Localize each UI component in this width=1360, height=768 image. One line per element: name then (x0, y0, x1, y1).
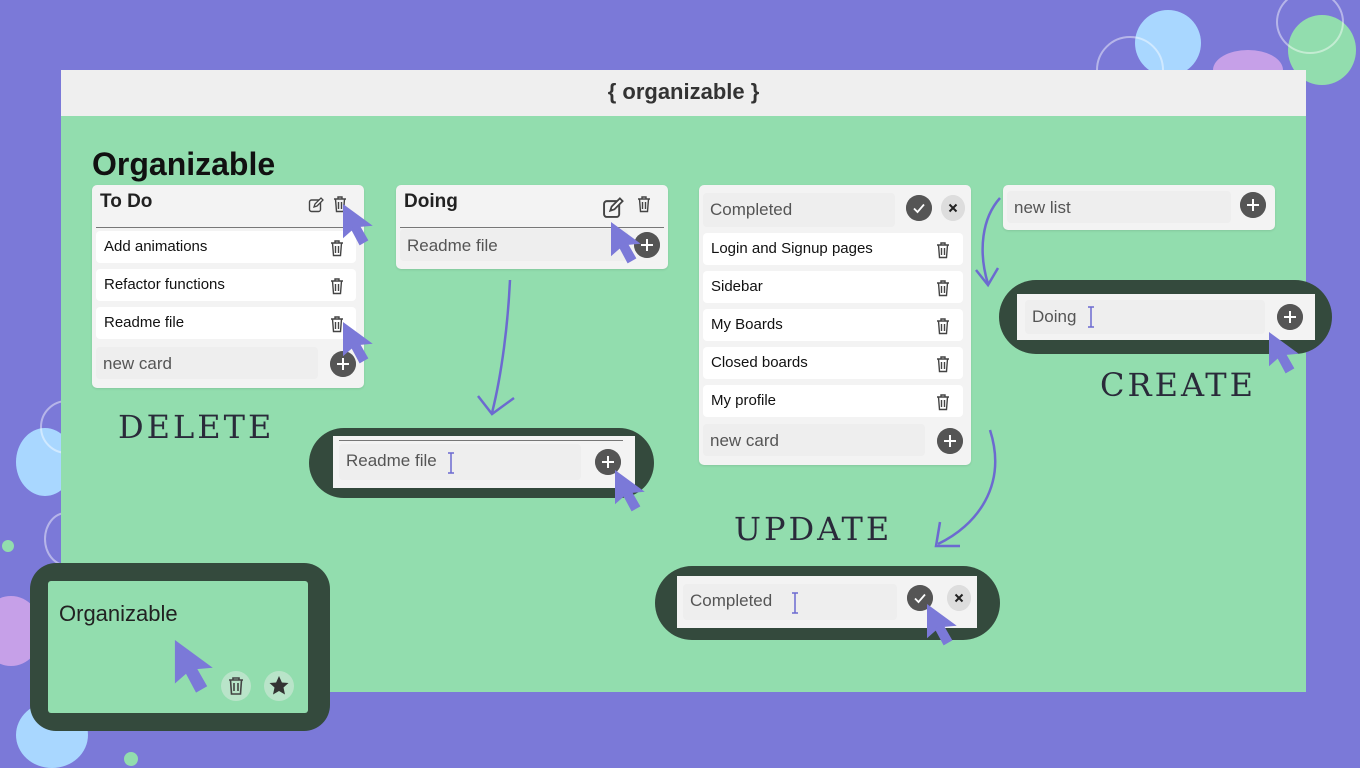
card-title: Closed boards (711, 354, 808, 371)
list-title: Doing (404, 191, 458, 212)
trash-icon[interactable] (329, 277, 345, 295)
arrow-icon (934, 429, 997, 548)
plus-icon[interactable] (1240, 192, 1266, 218)
star-icon[interactable] (263, 670, 295, 702)
decor-circle (2, 540, 14, 552)
trash-icon[interactable] (935, 393, 951, 411)
new-card-placeholder: new card (710, 431, 779, 450)
create-list-input[interactable]: Doing (1025, 300, 1265, 334)
card[interactable]: Sidebar (703, 271, 963, 303)
plus-icon[interactable] (1277, 304, 1303, 330)
card[interactable]: My Boards (703, 309, 963, 341)
arrow-icon (477, 279, 515, 416)
zoom-panel: Readme file (333, 436, 635, 488)
new-card-input[interactable]: new card (96, 347, 318, 379)
new-list-placeholder: new list (1014, 198, 1071, 217)
text-caret-icon (1088, 306, 1094, 328)
new-card-input[interactable]: new card (703, 424, 925, 456)
card-title: Refactor functions (104, 276, 225, 293)
card[interactable]: Closed boards (703, 347, 963, 379)
card-edit-value: Readme file (407, 236, 498, 255)
card-title: Sidebar (711, 278, 763, 295)
trash-icon[interactable] (935, 241, 951, 259)
check-icon[interactable] (906, 195, 932, 221)
trash-icon[interactable] (220, 670, 252, 702)
cursor-icon (927, 604, 957, 646)
list-title-input[interactable]: Completed (703, 193, 895, 227)
card-title: Readme file (104, 314, 185, 331)
trash-icon[interactable] (636, 195, 652, 213)
card-title: My profile (711, 392, 777, 409)
card-title: My Boards (711, 316, 783, 333)
list-completed: Completed Login and Signup pages Sidebar… (699, 185, 971, 465)
close-icon[interactable] (941, 195, 965, 221)
list-title-value: Completed (710, 200, 793, 219)
list-divider (339, 440, 623, 441)
new-list-panel: new list (1003, 185, 1275, 230)
app-title: { organizable } (61, 70, 1306, 116)
text-caret-icon (792, 592, 798, 614)
list-todo: To Do Add animations Refactor functions … (92, 185, 364, 388)
card-edit-input[interactable]: Readme file (400, 229, 628, 261)
card[interactable]: My profile (703, 385, 963, 417)
new-list-input[interactable]: new list (1007, 191, 1231, 223)
card-title: Add animations (104, 238, 208, 255)
caption-delete: DELETE (118, 408, 275, 446)
card[interactable]: Readme file (96, 307, 356, 339)
cursor-icon (343, 322, 373, 364)
edit-icon[interactable] (308, 197, 324, 213)
list-title: To Do (100, 191, 153, 212)
card[interactable]: Refactor functions (96, 269, 356, 301)
cursor-icon (1269, 332, 1299, 374)
caption-update: UPDATE (734, 510, 893, 548)
cursor-icon (611, 222, 641, 264)
board-card-title: Organizable (59, 601, 178, 626)
card[interactable]: Login and Signup pages (703, 233, 963, 265)
trash-icon[interactable] (935, 279, 951, 297)
arrow-icon (975, 197, 1001, 288)
decor-circle (124, 752, 138, 766)
card-title: Login and Signup pages (711, 240, 873, 257)
new-card-placeholder: new card (103, 354, 172, 373)
list-title-value: Completed (690, 591, 773, 610)
card-edit-input[interactable]: Readme file (339, 444, 581, 480)
card-edit-value: Readme file (346, 451, 437, 470)
cursor-icon (174, 640, 213, 693)
text-caret-icon (448, 452, 454, 474)
board-title: Organizable (92, 146, 276, 182)
trash-icon[interactable] (935, 317, 951, 335)
list-title-input[interactable]: Completed (683, 584, 897, 620)
cursor-icon (615, 470, 645, 512)
create-list-value: Doing (1032, 307, 1077, 326)
edit-icon[interactable] (602, 197, 624, 219)
trash-icon[interactable] (935, 355, 951, 373)
readme-zoom-frame: Readme file (309, 428, 654, 498)
card[interactable]: Add animations (96, 231, 356, 263)
caption-create: CREATE (1100, 366, 1256, 404)
list-divider (96, 227, 360, 228)
cursor-icon (343, 204, 373, 246)
